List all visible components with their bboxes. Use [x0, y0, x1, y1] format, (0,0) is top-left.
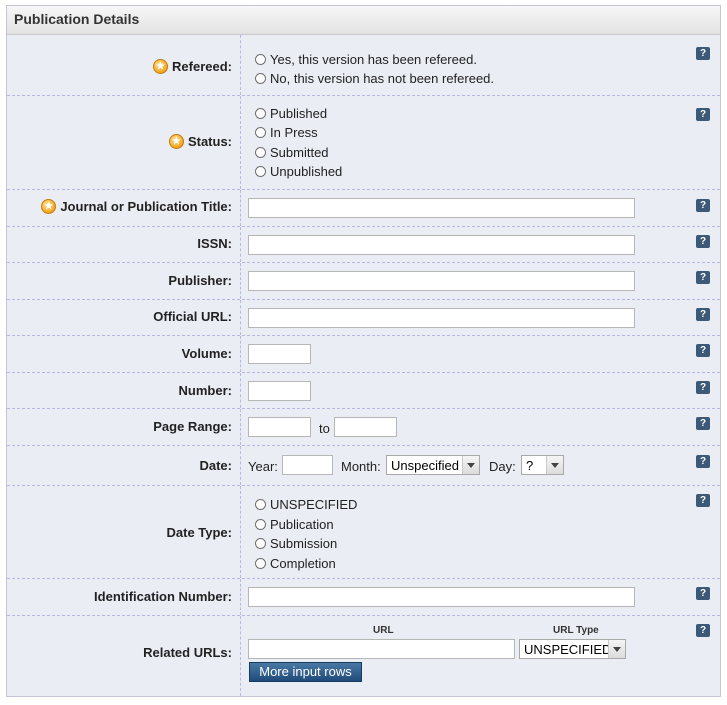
date-day-value: ? [526, 457, 534, 473]
official-url-input[interactable] [248, 308, 635, 328]
row-number: Number: ? [7, 373, 720, 409]
help-icon[interactable]: ? [696, 108, 710, 121]
issn-input[interactable] [248, 235, 635, 255]
radio-status-submitted[interactable]: Submitted [255, 145, 329, 160]
label-identification-number: Identification Number: [94, 589, 232, 604]
panel-header: Publication Details [7, 6, 720, 35]
row-official-url: Official URL: ? [7, 300, 720, 336]
radio-date-type-publication[interactable]: Publication [255, 517, 334, 532]
page-range-from-input[interactable] [248, 417, 311, 437]
help-icon[interactable]: ? [696, 381, 710, 394]
label-official-url: Official URL: [153, 309, 232, 324]
label-journal-title: Journal or Publication Title: [41, 199, 232, 214]
radio-circle[interactable] [255, 166, 266, 177]
star-icon [153, 59, 169, 74]
label-publisher: Publisher: [168, 273, 232, 288]
label-refereed: Refereed: [153, 59, 232, 74]
help-icon[interactable]: ? [696, 308, 710, 321]
help-icon[interactable]: ? [696, 455, 710, 468]
help-icon[interactable]: ? [696, 417, 710, 430]
date-month-select[interactable]: Unspecified [386, 455, 480, 475]
related-urls-type-header: URL Type [553, 625, 599, 636]
row-refereed: Refereed: Yes, this version has been ref… [7, 35, 720, 96]
journal-title-input[interactable] [248, 198, 635, 218]
help-icon[interactable]: ? [696, 344, 710, 357]
volume-input[interactable] [248, 344, 311, 364]
date-day-select[interactable]: ? [521, 455, 564, 475]
label-number: Number: [178, 383, 232, 398]
radio-circle[interactable] [255, 54, 266, 65]
radio-status-in-press[interactable]: In Press [255, 125, 318, 140]
publisher-input[interactable] [248, 271, 635, 291]
radio-circle[interactable] [255, 73, 266, 84]
page-range-to-input[interactable] [334, 417, 397, 437]
radio-refereed-no[interactable]: No, this version has not been refereed. [255, 71, 494, 86]
row-related-urls: Related URLs: URL URL Type UNSPECIFIED M… [7, 616, 720, 696]
row-identification-number: Identification Number: ? [7, 579, 720, 616]
date-day-label: Day: [489, 459, 516, 474]
row-issn: ISSN: ? [7, 227, 720, 263]
help-icon[interactable]: ? [696, 587, 710, 600]
help-icon[interactable]: ? [696, 624, 710, 637]
radio-circle[interactable] [255, 127, 266, 138]
date-year-input[interactable] [282, 455, 333, 475]
row-date: Date: Year: Month: Unspecified Day: ? ? [7, 446, 720, 486]
label-date: Date: [199, 458, 232, 473]
label-volume: Volume: [181, 346, 232, 361]
radio-circle[interactable] [255, 519, 266, 530]
help-icon[interactable]: ? [696, 199, 710, 212]
date-month-label: Month: [341, 459, 381, 474]
chevron-down-icon[interactable] [546, 456, 563, 474]
date-year-label: Year: [248, 459, 278, 474]
star-icon [168, 134, 184, 149]
row-status: Status: Published In Press Submitted Unp… [7, 96, 720, 190]
label-related-urls: Related URLs: [143, 645, 232, 660]
radio-circle[interactable] [255, 558, 266, 569]
identification-number-input[interactable] [248, 587, 635, 607]
radio-circle[interactable] [255, 108, 266, 119]
related-url-type-select[interactable]: UNSPECIFIED [519, 639, 626, 659]
label-issn: ISSN: [197, 236, 232, 251]
number-input[interactable] [248, 381, 311, 401]
row-date-type: Date Type: UNSPECIFIED Publication Submi… [7, 486, 720, 579]
radio-refereed-yes[interactable]: Yes, this version has been refereed. [255, 52, 477, 67]
row-publisher: Publisher: ? [7, 263, 720, 300]
radio-status-unpublished[interactable]: Unpublished [255, 164, 342, 179]
row-journal-title: Journal or Publication Title: ? [7, 190, 720, 227]
label-page-range: Page Range: [153, 419, 232, 434]
row-volume: Volume: ? [7, 336, 720, 373]
help-icon[interactable]: ? [696, 271, 710, 284]
star-icon [41, 199, 57, 214]
page-range-to-label: to [319, 421, 330, 436]
row-page-range: Page Range: to ? [7, 409, 720, 446]
related-urls-url-header: URL [373, 625, 394, 636]
label-date-type: Date Type: [166, 525, 233, 540]
radio-date-type-unspecified[interactable]: UNSPECIFIED [255, 497, 357, 512]
help-icon[interactable]: ? [696, 235, 710, 248]
radio-status-published[interactable]: Published [255, 106, 327, 121]
chevron-down-icon[interactable] [462, 456, 479, 474]
more-input-rows-button[interactable]: More input rows [249, 662, 362, 682]
radio-date-type-completion[interactable]: Completion [255, 556, 336, 571]
chevron-down-icon[interactable] [608, 640, 625, 658]
radio-date-type-submission[interactable]: Submission [255, 536, 337, 551]
radio-circle[interactable] [255, 147, 266, 158]
help-icon[interactable]: ? [696, 47, 710, 60]
label-status: Status: [168, 134, 232, 149]
radio-circle[interactable] [255, 538, 266, 549]
date-month-value: Unspecified [391, 457, 459, 473]
radio-circle[interactable] [255, 499, 266, 510]
related-url-input[interactable] [248, 639, 515, 659]
panel-title: Publication Details [14, 11, 140, 27]
publication-details-panel: Publication Details Refereed: Yes, this … [6, 5, 721, 697]
help-icon[interactable]: ? [696, 494, 710, 507]
related-url-type-value: UNSPECIFIED [524, 641, 612, 657]
